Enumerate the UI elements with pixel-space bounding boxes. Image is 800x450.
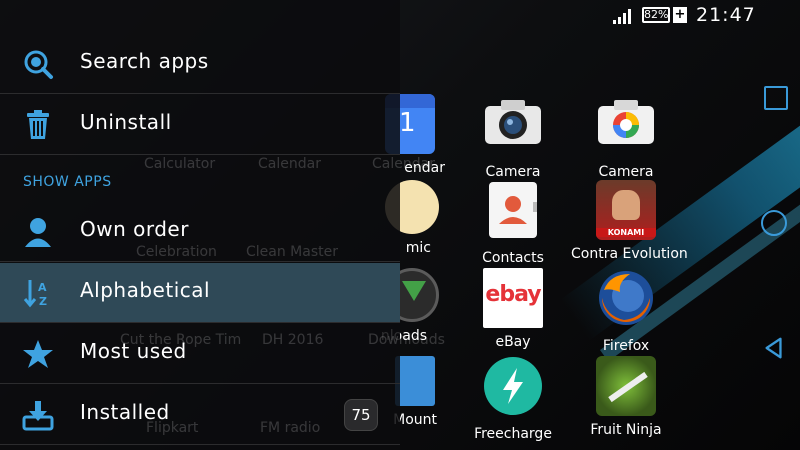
menu-item-label: Uninstall — [80, 110, 172, 134]
menu-item-own-order[interactable]: Own order — [0, 202, 400, 262]
ebay-icon: ebay — [483, 268, 543, 328]
ghost-app-label: Calendar — [372, 156, 435, 172]
app-freecharge[interactable]: Freecharge — [458, 356, 568, 442]
menu-item-uninstall[interactable]: Uninstall — [0, 95, 400, 155]
ebay-logo: ebay — [485, 282, 541, 307]
menu-item-label: Most used — [80, 339, 187, 363]
menu-item-label: Own order — [80, 217, 189, 241]
app-label: Camera — [598, 164, 654, 180]
app-label: Firefox — [602, 338, 650, 354]
app-label: Fruit Ninja — [590, 422, 662, 438]
back-button[interactable] — [762, 336, 786, 360]
app-label: Contacts — [482, 250, 544, 266]
recents-button[interactable] — [764, 86, 788, 110]
app-contacts[interactable]: Contacts — [458, 180, 568, 266]
app-contra-evolution[interactable]: KONAMI Contra Evolution — [571, 180, 688, 262]
search-icon — [24, 50, 53, 79]
app-camera-1[interactable]: Camera — [458, 94, 568, 180]
charging-icon: + — [673, 7, 687, 23]
menu-item-label: Installed — [80, 400, 170, 424]
ghost-app-label: Calendar — [258, 156, 321, 172]
app-label: Camera — [485, 164, 541, 180]
menu-item-search-apps[interactable]: Search apps — [0, 34, 400, 94]
camera-icon — [485, 100, 541, 144]
camera-icon — [598, 100, 654, 144]
menu-item-installed[interactable]: Installed 75 — [0, 385, 400, 445]
menu-item-alphabetical[interactable]: A Z Alphabetical — [0, 263, 400, 323]
svg-text:A: A — [38, 281, 47, 294]
app-fruit-ninja[interactable]: Fruit Ninja — [571, 356, 681, 438]
sort-az-icon: A Z — [23, 280, 47, 308]
star-icon — [23, 340, 53, 368]
svg-text:Z: Z — [39, 295, 47, 308]
navigation-bar — [750, 0, 800, 450]
firefox-icon — [599, 271, 653, 325]
app-label: Contra Evolution — [571, 246, 688, 262]
app-camera-2[interactable]: Camera — [571, 94, 681, 180]
clock: 21:47 — [696, 4, 756, 26]
konami-label: KONAMI — [596, 228, 656, 237]
ghost-app-label: Calculator — [144, 156, 216, 172]
download-icon — [22, 401, 54, 431]
trash-icon — [27, 110, 49, 139]
section-header-show-apps: SHOW APPS — [23, 174, 112, 190]
app-ebay[interactable]: ebay eBay — [458, 268, 568, 350]
fruit-ninja-icon — [596, 356, 656, 416]
contra-evolution-icon: KONAMI — [596, 180, 656, 240]
signal-icon — [613, 9, 631, 24]
menu-item-label: Search apps — [80, 49, 209, 73]
freecharge-icon — [484, 357, 542, 415]
app-label: Freecharge — [474, 426, 552, 442]
person-icon — [25, 218, 51, 247]
menu-item-most-used[interactable]: Most used — [0, 324, 400, 384]
mount-icon — [395, 356, 435, 406]
battery-indicator: 82% — [642, 7, 670, 23]
app-drawer-menu: Calculator Calendar Calendar Celebration… — [0, 0, 445, 450]
installed-count-badge: 75 — [344, 399, 378, 431]
home-button[interactable] — [761, 210, 787, 236]
menu-item-label: Alphabetical — [80, 278, 211, 302]
app-firefox[interactable]: Firefox — [571, 268, 681, 354]
app-label: eBay — [495, 334, 531, 350]
contacts-icon — [489, 182, 537, 238]
